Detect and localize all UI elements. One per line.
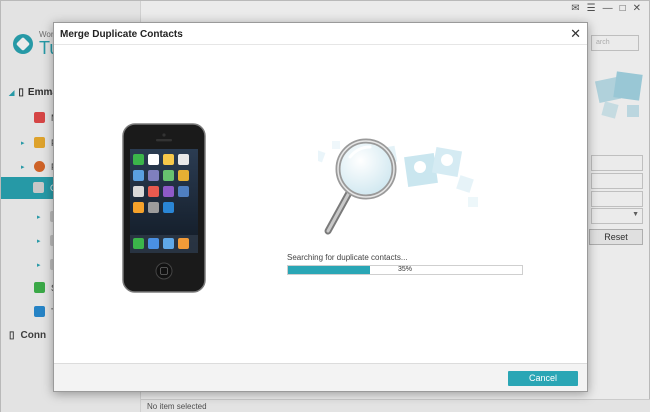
dialog-title: Merge Duplicate Contacts bbox=[60, 29, 183, 40]
close-icon[interactable]: ✕ bbox=[570, 26, 581, 42]
cancel-button[interactable]: Cancel bbox=[508, 371, 578, 386]
merge-duplicates-dialog: Merge Duplicate Contacts ✕ Searching for… bbox=[53, 22, 588, 392]
dialog-titlebar: Merge Duplicate Contacts ✕ bbox=[54, 23, 587, 45]
progress-label: 35% bbox=[397, 266, 412, 273]
dialog-footer: Cancel bbox=[54, 363, 587, 391]
magnifier-icon bbox=[324, 138, 397, 235]
progress-status-text: Searching for duplicate contacts... bbox=[287, 253, 408, 262]
iphone-image bbox=[122, 123, 206, 293]
progress-bar: 35% bbox=[287, 265, 523, 275]
